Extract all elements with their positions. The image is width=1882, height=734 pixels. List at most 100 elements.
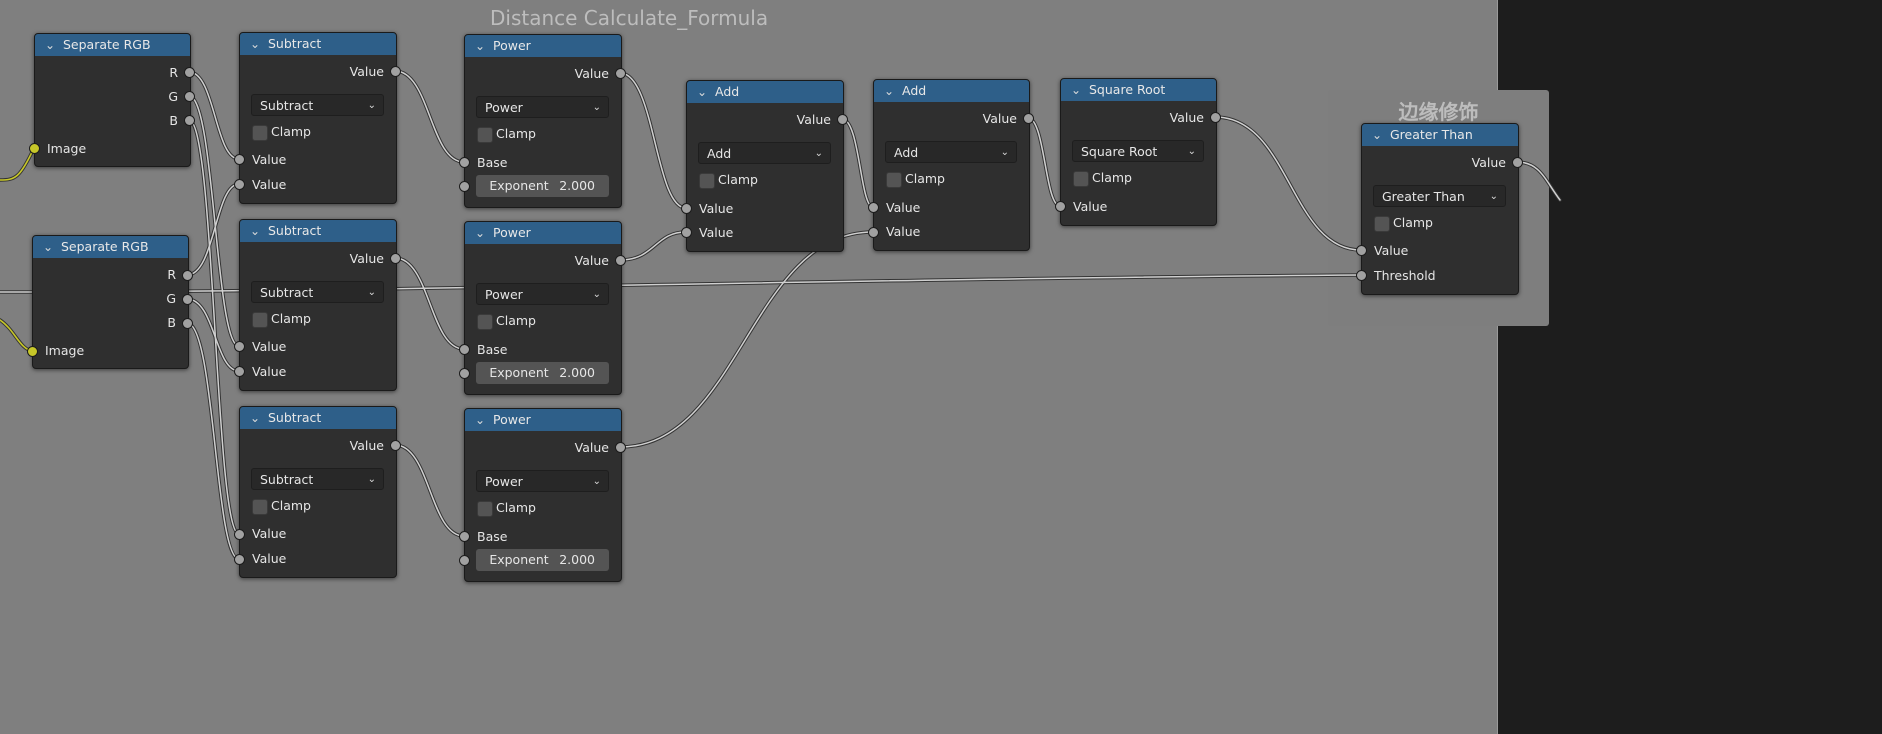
socket-out-value[interactable] — [1210, 112, 1221, 123]
clamp-checkbox[interactable] — [252, 499, 268, 515]
clamp-checkbox[interactable] — [477, 314, 493, 330]
socket-in-value[interactable] — [234, 179, 245, 190]
collapse-chevron-icon[interactable]: ⌄ — [475, 222, 485, 244]
collapse-chevron-icon[interactable]: ⌄ — [250, 407, 260, 429]
node-separate-rgb-2[interactable]: ⌄ Separate RGB R G B Image — [32, 235, 189, 369]
socket-in-value[interactable] — [1055, 201, 1066, 212]
node-header[interactable]: ⌄ Separate RGB — [33, 236, 188, 258]
collapse-chevron-icon[interactable]: ⌄ — [250, 33, 260, 55]
node-header[interactable]: ⌄ Greater Than — [1362, 124, 1518, 146]
node-square-root[interactable]: ⌄ Square Root Value Square Root ⌄ Clamp … — [1060, 78, 1217, 226]
socket-in-value[interactable] — [234, 341, 245, 352]
node-header[interactable]: ⌄ Square Root — [1061, 79, 1216, 101]
collapse-chevron-icon[interactable]: ⌄ — [475, 35, 485, 57]
operation-dropdown[interactable]: Subtract ⌄ — [251, 468, 384, 490]
collapse-chevron-icon[interactable]: ⌄ — [43, 236, 53, 258]
node-header[interactable]: ⌄ Subtract — [240, 407, 396, 429]
operation-dropdown[interactable]: Add ⌄ — [885, 141, 1017, 163]
output-label-r: R — [169, 65, 178, 80]
socket-out-value[interactable] — [390, 440, 401, 451]
node-header[interactable]: ⌄ Add — [874, 80, 1029, 102]
socket-out-value[interactable] — [390, 66, 401, 77]
socket-in-value[interactable] — [234, 554, 245, 565]
clamp-checkbox[interactable] — [699, 173, 715, 189]
operation-dropdown[interactable]: Greater Than ⌄ — [1373, 185, 1506, 207]
node-add-1[interactable]: ⌄ Add Value Add ⌄ Clamp Value Value — [686, 80, 844, 252]
node-subtract-1[interactable]: ⌄ Subtract Value Subtract ⌄ Clamp Value … — [239, 32, 397, 204]
socket-out-value[interactable] — [615, 255, 626, 266]
collapse-chevron-icon[interactable]: ⌄ — [45, 34, 55, 56]
socket-out-b[interactable] — [184, 115, 195, 126]
socket-out-g[interactable] — [182, 294, 193, 305]
node-header[interactable]: ⌄ Power — [465, 35, 621, 57]
operation-dropdown[interactable]: Power ⌄ — [476, 283, 609, 305]
node-header[interactable]: ⌄ Power — [465, 409, 621, 431]
socket-in-exponent[interactable] — [459, 181, 470, 192]
socket-out-b[interactable] — [182, 318, 193, 329]
node-add-2[interactable]: ⌄ Add Value Add ⌄ Clamp Value Value — [873, 79, 1030, 251]
node-header[interactable]: ⌄ Subtract — [240, 33, 396, 55]
node-header[interactable]: ⌄ Subtract — [240, 220, 396, 242]
node-power-3[interactable]: ⌄ Power Value Power ⌄ Clamp Base Exponen… — [464, 408, 622, 582]
clamp-checkbox[interactable] — [1374, 216, 1390, 232]
node-subtract-2[interactable]: ⌄ Subtract Value Subtract ⌄ Clamp Value … — [239, 219, 397, 391]
socket-in-exponent[interactable] — [459, 555, 470, 566]
socket-in-base[interactable] — [459, 157, 470, 168]
node-greater-than[interactable]: ⌄ Greater Than Value Greater Than ⌄ Clam… — [1361, 123, 1519, 295]
socket-in-exponent[interactable] — [459, 368, 470, 379]
exponent-field[interactable]: Exponent 2.000 — [476, 362, 609, 384]
collapse-chevron-icon[interactable]: ⌄ — [884, 80, 894, 102]
socket-out-value[interactable] — [837, 114, 848, 125]
socket-in-image[interactable] — [29, 143, 40, 154]
operation-dropdown[interactable]: Add ⌄ — [698, 142, 831, 164]
socket-out-value[interactable] — [1023, 113, 1034, 124]
operation-dropdown[interactable]: Power ⌄ — [476, 470, 609, 492]
node-editor-canvas[interactable]: Distance Calculate_Formula 边缘修饰 ⌄ Separa… — [0, 0, 1882, 734]
operation-dropdown[interactable]: Subtract ⌄ — [251, 281, 384, 303]
collapse-chevron-icon[interactable]: ⌄ — [475, 409, 485, 431]
clamp-checkbox[interactable] — [886, 172, 902, 188]
node-power-2[interactable]: ⌄ Power Value Power ⌄ Clamp Base Exponen… — [464, 221, 622, 395]
socket-out-value[interactable] — [390, 253, 401, 264]
collapse-chevron-icon[interactable]: ⌄ — [1372, 124, 1382, 146]
socket-in-value[interactable] — [234, 154, 245, 165]
clamp-checkbox[interactable] — [1073, 171, 1089, 187]
socket-in-value[interactable] — [234, 529, 245, 540]
operation-dropdown[interactable]: Square Root ⌄ — [1072, 140, 1204, 162]
collapse-chevron-icon[interactable]: ⌄ — [250, 220, 260, 242]
node-separate-rgb-1[interactable]: ⌄ Separate RGB R G B Image — [34, 33, 191, 167]
input-label-value: Value — [1073, 199, 1108, 214]
exponent-field[interactable]: Exponent 2.000 — [476, 549, 609, 571]
socket-in-base[interactable] — [459, 344, 470, 355]
socket-in-value[interactable] — [868, 227, 879, 238]
clamp-checkbox[interactable] — [477, 501, 493, 517]
socket-in-value[interactable] — [681, 203, 692, 214]
collapse-chevron-icon[interactable]: ⌄ — [697, 81, 707, 103]
clamp-checkbox[interactable] — [252, 125, 268, 141]
exponent-field[interactable]: Exponent 2.000 — [476, 175, 609, 197]
operation-dropdown[interactable]: Subtract ⌄ — [251, 94, 384, 116]
clamp-checkbox[interactable] — [477, 127, 493, 143]
operation-dropdown[interactable]: Power ⌄ — [476, 96, 609, 118]
socket-in-value[interactable] — [868, 202, 879, 213]
socket-out-value[interactable] — [615, 442, 626, 453]
node-header[interactable]: ⌄ Power — [465, 222, 621, 244]
socket-out-value[interactable] — [615, 68, 626, 79]
collapse-chevron-icon[interactable]: ⌄ — [1071, 79, 1081, 101]
node-power-1[interactable]: ⌄ Power Value Power ⌄ Clamp Base Exponen… — [464, 34, 622, 208]
socket-in-threshold[interactable] — [1356, 270, 1367, 281]
socket-out-value[interactable] — [1512, 157, 1523, 168]
socket-in-value[interactable] — [1356, 245, 1367, 256]
node-header[interactable]: ⌄ Add — [687, 81, 843, 103]
socket-out-g[interactable] — [184, 91, 195, 102]
node-subtract-3[interactable]: ⌄ Subtract Value Subtract ⌄ Clamp Value … — [239, 406, 397, 578]
socket-in-image[interactable] — [27, 346, 38, 357]
clamp-checkbox[interactable] — [252, 312, 268, 328]
node-header[interactable]: ⌄ Separate RGB — [35, 34, 190, 56]
socket-in-value[interactable] — [681, 227, 692, 238]
socket-out-r[interactable] — [182, 270, 193, 281]
input-label-threshold: Threshold — [1374, 268, 1436, 283]
socket-in-value[interactable] — [234, 366, 245, 377]
socket-in-base[interactable] — [459, 531, 470, 542]
socket-out-r[interactable] — [184, 67, 195, 78]
